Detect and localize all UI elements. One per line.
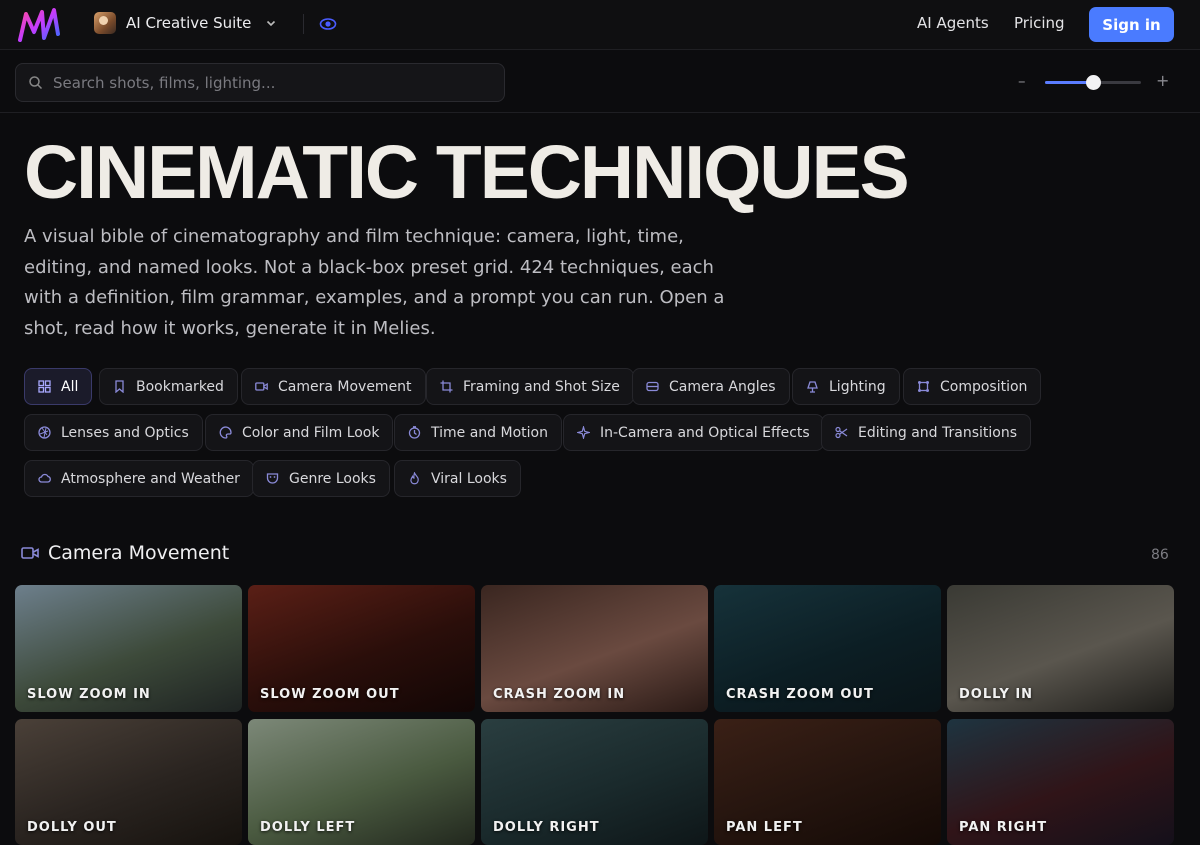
composition-icon — [918, 381, 929, 392]
technique-card-label: DOLLY IN — [959, 687, 1034, 702]
video-camera-icon — [255, 382, 268, 391]
palette-icon — [219, 426, 232, 439]
melies-logo[interactable] — [16, 4, 62, 46]
filter-label: Lenses and Optics — [61, 424, 189, 441]
search-box[interactable] — [15, 63, 505, 102]
filter-framing[interactable]: Framing and Shot Size — [426, 368, 634, 405]
cloud-icon — [38, 473, 51, 483]
nav-ai-agents-link[interactable]: AI Agents — [917, 14, 989, 32]
technique-card[interactable]: DOLLY RIGHT — [481, 719, 708, 845]
filter-label: Atmosphere and Weather — [61, 470, 240, 487]
technique-card-label: DOLLY LEFT — [260, 820, 356, 835]
technique-card[interactable]: PAN RIGHT — [947, 719, 1174, 845]
filter-time-motion[interactable]: Time and Motion — [394, 414, 562, 451]
filter-label: Composition — [940, 378, 1028, 395]
filter-lenses[interactable]: Lenses and Optics — [24, 414, 203, 451]
suite-label: AI Creative Suite — [126, 14, 252, 32]
sparkle-icon — [577, 426, 590, 439]
technique-card[interactable]: DOLLY OUT — [15, 719, 242, 845]
technique-card-label: CRASH ZOOM OUT — [726, 687, 874, 702]
filter-label: Editing and Transitions — [858, 424, 1017, 441]
zoom-out-button[interactable]: – — [1018, 72, 1026, 90]
filter-in-camera-effects[interactable]: In-Camera and Optical Effects — [563, 414, 824, 451]
nav-divider — [303, 14, 304, 34]
filter-label: Camera Movement — [278, 378, 412, 395]
search-input[interactable] — [53, 73, 483, 92]
toolbar: – + — [0, 51, 1200, 113]
technique-card-label: PAN LEFT — [726, 820, 803, 835]
technique-card-label: SLOW ZOOM OUT — [260, 687, 400, 702]
page-description: A visual bible of cinematography and fil… — [24, 226, 725, 339]
technique-card-label: PAN RIGHT — [959, 820, 1048, 835]
page-title: CINEMATIC TECHNIQUES — [24, 130, 910, 214]
filter-label: In-Camera and Optical Effects — [600, 424, 810, 441]
filter-label: Camera Angles — [669, 378, 776, 395]
section-count: 86 — [1151, 547, 1169, 563]
video-camera-icon — [21, 547, 39, 559]
filter-editing-transitions[interactable]: Editing and Transitions — [821, 414, 1031, 451]
filter-color-film-look[interactable]: Color and Film Look — [205, 414, 394, 451]
zoom-in-button[interactable]: + — [1156, 71, 1169, 90]
mask-icon — [266, 473, 279, 484]
technique-card-label: DOLLY RIGHT — [493, 820, 600, 835]
timer-icon — [408, 426, 421, 439]
bookmark-icon — [115, 380, 124, 393]
crop-icon — [440, 380, 453, 393]
nav-pricing-link[interactable]: Pricing — [1014, 14, 1065, 32]
filter-label: Viral Looks — [431, 470, 507, 487]
filter-camera-angles[interactable]: Camera Angles — [632, 368, 790, 405]
technique-card[interactable]: SLOW ZOOM IN — [15, 585, 242, 712]
filter-label: Genre Looks — [289, 470, 376, 487]
technique-card-label: DOLLY OUT — [27, 820, 117, 835]
technique-card-label: CRASH ZOOM IN — [493, 687, 626, 702]
sign-in-button[interactable]: Sign in — [1089, 7, 1174, 42]
grid-icon — [38, 380, 51, 393]
filter-label: Time and Motion — [431, 424, 548, 441]
filter-label: Lighting — [829, 378, 886, 395]
technique-card[interactable]: CRASH ZOOM OUT — [714, 585, 941, 712]
technique-card[interactable]: SLOW ZOOM OUT — [248, 585, 475, 712]
aperture-icon — [38, 426, 51, 439]
technique-card[interactable]: CRASH ZOOM IN — [481, 585, 708, 712]
filter-atmosphere-weather[interactable]: Atmosphere and Weather — [24, 460, 254, 497]
eye-icon[interactable] — [319, 15, 337, 33]
technique-card[interactable]: DOLLY IN — [947, 585, 1174, 712]
flame-icon — [410, 472, 419, 485]
technique-card-label: SLOW ZOOM IN — [27, 687, 151, 702]
suite-switcher[interactable]: AI Creative Suite — [94, 11, 277, 35]
filter-label: All — [61, 378, 79, 395]
section-title: Camera Movement — [48, 542, 230, 564]
filter-label: Framing and Shot Size — [463, 378, 620, 395]
search-icon — [29, 76, 43, 90]
zoom-slider-handle[interactable] — [1086, 75, 1101, 90]
lamp-icon — [807, 381, 818, 393]
filter-composition[interactable]: Composition — [903, 368, 1042, 405]
technique-card[interactable]: DOLLY LEFT — [248, 719, 475, 845]
filter-genre-looks[interactable]: Genre Looks — [252, 460, 390, 497]
angle-icon — [646, 381, 659, 392]
filter-bookmarked[interactable]: Bookmarked — [99, 368, 238, 405]
filter-all[interactable]: All — [24, 368, 93, 405]
scissors-icon — [835, 426, 848, 439]
technique-card[interactable]: PAN LEFT — [714, 719, 941, 845]
suite-avatar-icon — [94, 12, 116, 34]
filter-viral-looks[interactable]: Viral Looks — [394, 460, 521, 497]
filter-lighting[interactable]: Lighting — [792, 368, 900, 405]
filter-camera-movement[interactable]: Camera Movement — [241, 368, 426, 405]
filter-label: Bookmarked — [136, 378, 224, 395]
top-nav: AI Creative Suite AI Agents Pricing Sign… — [0, 0, 1200, 50]
filter-label: Color and Film Look — [242, 424, 380, 441]
zoom-slider[interactable] — [1045, 75, 1141, 90]
chevron-down-icon — [267, 20, 276, 27]
